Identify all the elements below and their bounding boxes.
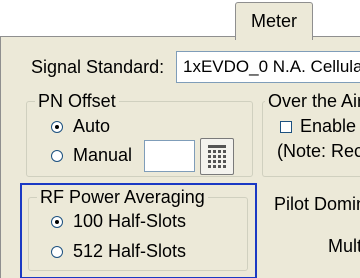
pn-offset-manual-label: Manual [73,145,133,165]
pn-offset-auto-label: Auto [73,116,111,136]
signal-standard-dropdown[interactable]: 1xEVDO_0 N.A. Cellular [176,51,360,83]
calculator-icon [208,145,226,168]
over-the-air-enable-checkbox[interactable] [280,121,292,133]
tab-meter-label: Meter [250,11,297,31]
rf-avg-100-radio[interactable] [51,216,63,228]
rf-avg-512-label: 512 Half-Slots [73,241,187,261]
pn-offset-auto-radio[interactable] [51,121,63,133]
tab-meter[interactable]: Meter [235,2,313,40]
pn-offset-manual-radio[interactable] [51,150,63,162]
pilot-dominance-label: Pilot Domin [274,194,360,214]
pn-offset-manual-input[interactable] [144,140,195,172]
signal-standard-label: Signal Standard: [31,57,165,77]
signal-standard-value: 1xEVDO_0 N.A. Cellular [183,57,360,76]
rf-avg-512-radio[interactable] [51,246,63,258]
over-the-air-title: Over the Air [265,91,360,112]
calculator-button[interactable] [200,138,234,175]
over-the-air-note: (Note: Rec [277,141,360,161]
pn-offset-title: PN Offset [35,91,119,112]
over-the-air-enable-label: Enable O [300,116,360,136]
over-the-air-group [262,101,360,177]
multipath-label: Mult [328,236,360,256]
rf-avg-100-label: 100 Half-Slots [73,211,187,231]
rf-power-averaging-title: RF Power Averaging [37,187,208,208]
